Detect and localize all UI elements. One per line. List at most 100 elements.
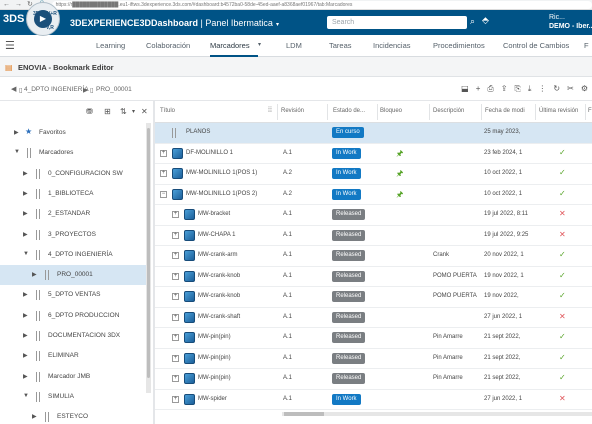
tab-marcadores[interactable]: Marcadores xyxy=(210,41,258,57)
status-badge[interactable]: In Work xyxy=(332,393,361,405)
table-row[interactable]: + MW-crank-arm A.1 Released Crank 20 nov 2022… xyxy=(155,246,592,267)
table-row[interactable]: + MW-crank-shaft A.1 Released 27 jun 2022, 1… xyxy=(155,307,592,328)
lock-pin-icon[interactable]: 🖈 xyxy=(396,148,403,162)
chevron-down-icon[interactable]: ▾ xyxy=(132,108,135,115)
expand-down-icon[interactable]: ▼ xyxy=(23,393,29,399)
column-header-bloqueo[interactable]: Bloqueo xyxy=(380,108,402,114)
cut-icon[interactable]: ✂ xyxy=(567,84,574,94)
add-icon[interactable]: + xyxy=(476,84,481,94)
tree-item[interactable]: ▶ ELIMINAR xyxy=(0,346,146,366)
grid-horizontal-scrollbar[interactable] xyxy=(282,412,592,416)
status-badge[interactable]: In Work xyxy=(332,188,361,200)
tab-control-de-cambios[interactable]: Control de Cambios xyxy=(503,41,569,50)
download-icon[interactable]: ⤓ xyxy=(528,84,532,94)
status-badge[interactable]: Released xyxy=(332,229,366,241)
expand-right-icon[interactable]: ▶ xyxy=(23,312,28,319)
tab-procedimientos[interactable]: Procedimientos xyxy=(433,41,485,50)
column-resize-icon[interactable]: ⁞⁞ xyxy=(268,107,272,114)
lock-pin-icon[interactable]: 🖈 xyxy=(396,189,403,203)
tree-item[interactable]: ▶ 2_ESTANDAR xyxy=(0,204,146,224)
table-row[interactable]: + MW-pin(pin) A.1 Released Pin Amarre 21 sept… xyxy=(155,348,592,369)
breadcrumb-item-dpto-ingenieria[interactable]: 4_DPTO INGENIERÍA xyxy=(24,86,89,93)
table-row[interactable]: − MW-MOLINILLO 1(POS 2) A.2 In Work 🖈 10 oct … xyxy=(155,184,592,205)
lock-pin-icon[interactable]: 🖈 xyxy=(396,168,403,182)
scrollbar-thumb[interactable] xyxy=(284,412,324,416)
tab-ldm[interactable]: LDM xyxy=(286,41,302,50)
cell-title[interactable]: MW-MOLINILLO 1(POS 2) xyxy=(186,191,257,197)
hamburger-menu-icon[interactable]: ☰ xyxy=(5,39,15,52)
expand-icon[interactable]: + xyxy=(172,354,179,362)
cell-title[interactable]: MW-MOLINILLO 1(POS 1) xyxy=(186,170,257,176)
tree-item[interactable]: ▶ 5_DPTO VENTAS xyxy=(0,285,146,305)
bookmark-icon[interactable]: ⬓ xyxy=(461,84,469,94)
tree-item[interactable]: ▶ 0_CONFIGURACION SW xyxy=(0,164,146,184)
status-badge[interactable]: Released xyxy=(332,209,366,220)
forward-icon[interactable]: → xyxy=(15,0,22,10)
upload-icon[interactable]: ⇪ xyxy=(501,84,508,94)
status-badge[interactable]: Released xyxy=(332,270,366,282)
cell-title[interactable]: MW-pin(pin) xyxy=(198,334,231,340)
column-header-f[interactable]: F xyxy=(588,108,592,114)
compass-widget[interactable]: 3D V+R V,R ▶ xyxy=(26,2,60,36)
scrollbar-thumb[interactable] xyxy=(147,128,150,378)
column-header-titulo[interactable]: Título xyxy=(160,108,175,114)
cell-title[interactable]: DF-MOLINILLO 1 xyxy=(186,150,233,156)
expand-down-icon[interactable]: ▼ xyxy=(14,149,20,155)
cell-title[interactable]: PLANOS xyxy=(186,129,210,135)
hierarchy-icon[interactable]: ⊞ xyxy=(104,107,111,116)
table-row[interactable]: + MW-pin(pin) A.1 Released Pin Amarre 21 sept… xyxy=(155,369,592,390)
expand-right-icon[interactable]: ▶ xyxy=(23,210,28,217)
close-icon[interactable]: ✕ xyxy=(141,107,148,116)
tree-item[interactable]: ▶ 3_PROYECTOS xyxy=(0,225,146,245)
tree-item[interactable]: ▶ DOCUMENTACION 3DX xyxy=(0,326,146,346)
tree-item[interactable]: ▼ Marcadores xyxy=(0,143,146,163)
expand-icon[interactable]: + xyxy=(172,375,179,382)
address-bar[interactable]: https://r█████████████.eu1-iftws.3dexper… xyxy=(51,0,592,9)
filter-icon[interactable]: ⛃ xyxy=(86,107,93,116)
expand-down-icon[interactable]: ▼ xyxy=(23,251,29,257)
status-badge[interactable]: Released xyxy=(332,291,366,302)
chevron-down-icon[interactable]: ▾ xyxy=(276,22,279,28)
3ds-logo[interactable]: 3DS xyxy=(3,13,24,25)
settings-icon[interactable]: ⚙ xyxy=(581,84,588,94)
search-icon[interactable]: ⌕ xyxy=(470,16,475,27)
tree-item[interactable]: ▶ ★ Favoritos xyxy=(0,123,146,143)
tab-more[interactable]: F xyxy=(584,41,589,50)
expand-right-icon[interactable]: ▶ xyxy=(23,190,28,197)
tree-item[interactable]: ▶ 1_BIBLIOTECA xyxy=(0,184,146,204)
expand-right-icon[interactable]: ▶ xyxy=(23,231,28,238)
table-row[interactable]: + MW-bracket A.1 Released 19 jul 2022, 8:11 ✕ xyxy=(155,205,592,226)
refresh-icon[interactable]: ↻ xyxy=(553,84,560,94)
status-badge[interactable]: Released xyxy=(332,352,366,364)
status-badge[interactable]: In Work xyxy=(332,168,361,179)
column-header-descripcion[interactable]: Descripción xyxy=(433,108,464,114)
dashboard-name[interactable]: Panel Ibermatica xyxy=(205,18,273,28)
expand-icon[interactable]: + xyxy=(160,170,167,177)
cell-title[interactable]: MW-pin(pin) xyxy=(198,375,231,381)
expand-icon[interactable]: + xyxy=(160,149,167,157)
tree-item[interactable]: ▼ 4_DPTO INGENIERÍA xyxy=(0,245,146,265)
tree-item[interactable]: ▶ PRO_00001 xyxy=(0,265,146,286)
expand-right-icon[interactable]: ▶ xyxy=(23,332,28,339)
expand-right-icon[interactable]: ▶ xyxy=(23,291,28,298)
insert-icon[interactable]: ⎙ xyxy=(487,84,493,94)
expand-icon[interactable]: + xyxy=(172,395,179,403)
cell-title[interactable]: MW-crank-shaft xyxy=(198,314,240,320)
search-input[interactable]: Search xyxy=(327,16,467,29)
expand-icon[interactable]: + xyxy=(172,293,179,300)
tag-icon[interactable]: ⬘ xyxy=(482,15,489,26)
sort-icon[interactable]: ⇅ xyxy=(120,107,127,116)
tree-item[interactable]: ▶ ESTEYCO xyxy=(0,407,146,424)
share-icon[interactable]: ⎘ xyxy=(514,84,520,94)
tab-incidencias[interactable]: Incidencias xyxy=(373,41,411,50)
more-icon[interactable]: ⋮ xyxy=(538,84,546,94)
table-row[interactable]: + MW-MOLINILLO 1(POS 1) A.2 In Work 🖈 10 oct … xyxy=(155,164,592,185)
expand-icon[interactable]: + xyxy=(172,334,179,341)
expand-right-icon[interactable]: ▶ xyxy=(23,170,28,177)
column-header-revision[interactable]: Revisión xyxy=(281,108,304,114)
expand-icon[interactable]: + xyxy=(172,272,179,280)
table-row[interactable]: + DF-MOLINILLO 1 A.1 In Work 🖈 23 feb 2024, 1… xyxy=(155,143,592,164)
tree-item[interactable]: ▼ SIMULIA xyxy=(0,387,146,407)
table-row[interactable]: + MW-spider A.1 In Work 27 jun 2022, 1 ✕ xyxy=(155,389,592,410)
expand-right-icon[interactable]: ▶ xyxy=(23,373,28,380)
